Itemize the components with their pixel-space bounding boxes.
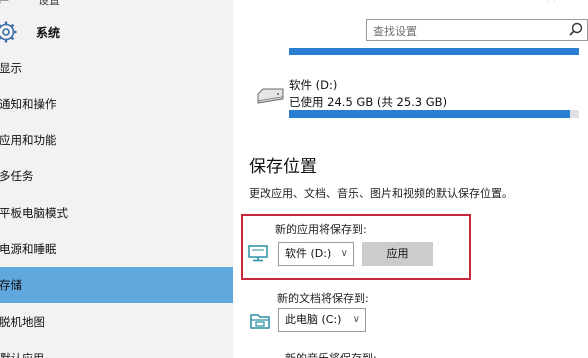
window-title: 设置 [38,0,60,7]
sidebar-item-label: 电源和睡眠 [0,242,57,256]
sidebar-item-apps[interactable]: 应用和功能 [0,122,233,158]
apps-save-label: 新的应用将保存到: [275,223,367,236]
apps-drive-value: 软件 (D:) [285,247,332,260]
sidebar: ← 设置 系统 显示 通知和操作 应用和功能 多任务 平板电脑模式 电源和睡眠 … [0,0,233,358]
storage-page: 软件 (D:) 已使用 24.5 GB (共 25.3 GB) 保存位置 更改应… [233,44,588,358]
drive-usage-fill [289,110,570,118]
sidebar-item-storage[interactable]: 存储 [0,267,233,303]
documents-drive-value: 此电脑 (C:) [285,313,342,326]
search-input[interactable] [367,21,557,42]
drive-usage-text: 已使用 24.5 GB (共 25.3 GB) [289,95,448,109]
title-bar: ← 设置 [0,0,233,12]
drive-usage-bar [289,110,579,118]
sidebar-item-label: 应用和功能 [0,133,57,147]
music-save-label: 新的音乐将保存到: [285,350,377,358]
drive-icon [257,88,284,104]
sidebar-item-label: 显示 [0,61,22,75]
gear-icon [0,21,17,43]
sidebar-item-label: 多任务 [0,169,34,183]
sidebar-item-notifications[interactable]: 通知和操作 [0,86,233,122]
folder-icon [250,314,270,329]
category-header: 系统 [0,20,233,44]
documents-save-label: 新的文档将保存到: [277,292,369,305]
sidebar-item-offline-maps[interactable]: 脱机地图 [0,304,233,340]
close-icon[interactable]: × [544,0,557,5]
apps-drive-select[interactable]: 软件 (D:) ∨ [278,242,354,266]
sidebar-item-display[interactable]: 显示 [0,50,233,86]
sidebar-item-power[interactable]: 电源和睡眠 [0,231,233,267]
documents-drive-select[interactable]: 此电脑 (C:) ∨ [278,308,366,332]
sidebar-item-label: 脱机地图 [0,315,45,329]
drive-name[interactable]: 软件 (D:) [289,77,337,93]
back-arrow-icon[interactable]: ← [0,0,9,9]
sidebar-item-default-apps[interactable]: 默认应用 [0,350,44,358]
previous-drive-usage-bar [289,48,579,55]
category-title: 系统 [36,26,61,40]
sidebar-item-label: 通知和操作 [0,97,57,111]
search-box[interactable] [366,19,588,42]
section-title: 保存位置 [249,157,317,177]
sidebar-item-label: 平板电脑模式 [0,206,68,220]
sidebar-item-multitasking[interactable]: 多任务 [0,158,233,194]
sidebar-item-label: 存储 [0,278,22,292]
chevron-down-icon: ∨ [352,314,360,325]
monitor-icon [248,245,268,262]
search-icon[interactable] [565,20,587,40]
section-description: 更改应用、文档、音乐、图片和视频的默认保存位置。 [249,187,513,200]
sidebar-item-tablet-mode[interactable]: 平板电脑模式 [0,195,233,231]
apply-button[interactable]: 应用 [362,242,433,266]
chevron-down-icon: ∨ [340,248,348,259]
